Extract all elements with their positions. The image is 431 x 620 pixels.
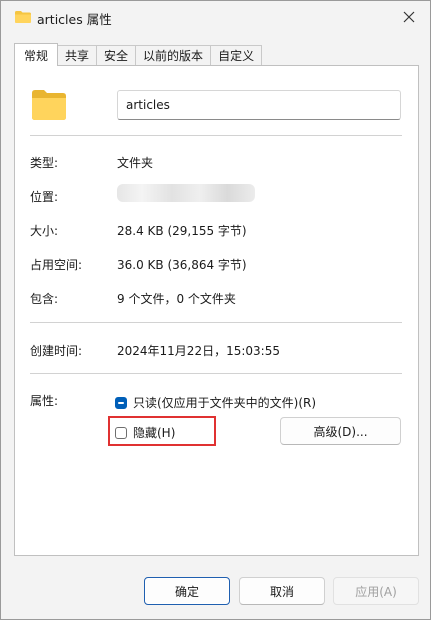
folder-icon: [32, 90, 66, 120]
type-label: 类型:: [30, 156, 59, 170]
apply-button: 应用(A): [333, 577, 419, 605]
close-icon: [403, 11, 415, 23]
ok-button[interactable]: 确定: [144, 577, 230, 605]
size-value: 28.4 KB (29,155 字节): [117, 224, 247, 238]
close-button[interactable]: [396, 4, 422, 30]
general-panel: 类型: 文件夹 位置: 大小: 28.4 KB (29,155 字节) 占用空间…: [14, 65, 419, 556]
tab-sharing[interactable]: 共享: [57, 45, 98, 65]
advanced-button[interactable]: 高级(D)...: [280, 417, 401, 445]
tab-previous-versions[interactable]: 以前的版本: [135, 45, 212, 65]
folder-icon: [15, 11, 31, 23]
folder-name-input[interactable]: [117, 90, 401, 120]
location-value-redacted: [117, 184, 255, 202]
created-value: 2024年11月22日，15:03:55: [117, 344, 280, 358]
contains-value: 9 个文件，0 个文件夹: [117, 292, 236, 306]
tab-strip: 常规 共享 安全 以前的版本 自定义: [14, 43, 263, 66]
attributes-label: 属性:: [30, 394, 59, 408]
location-label: 位置:: [30, 190, 59, 204]
readonly-checkbox-row[interactable]: 只读(仅应用于文件夹中的文件)(R): [115, 394, 316, 411]
window-title: articles 属性: [37, 12, 112, 27]
contains-label: 包含:: [30, 292, 59, 306]
title-bar: articles 属性: [1, 1, 430, 33]
tab-security[interactable]: 安全: [96, 45, 137, 65]
type-value: 文件夹: [117, 156, 154, 170]
hidden-highlight-box: [108, 416, 216, 446]
properties-window: articles 属性 常规 共享 安全 以前的版本 自定义 类型: 文件夹 位…: [0, 0, 431, 620]
disk-size-label: 占用空间:: [30, 258, 83, 272]
tab-customize[interactable]: 自定义: [210, 45, 263, 65]
disk-size-value: 36.0 KB (36,864 字节): [117, 258, 247, 272]
tab-general[interactable]: 常规: [14, 43, 59, 66]
separator: [30, 322, 402, 323]
size-label: 大小:: [30, 224, 59, 238]
separator: [30, 373, 402, 374]
readonly-label: 只读(仅应用于文件夹中的文件)(R): [133, 396, 317, 410]
created-label: 创建时间:: [30, 344, 83, 358]
cancel-button[interactable]: 取消: [239, 577, 325, 605]
readonly-checkbox[interactable]: [115, 396, 127, 409]
separator: [30, 135, 402, 136]
